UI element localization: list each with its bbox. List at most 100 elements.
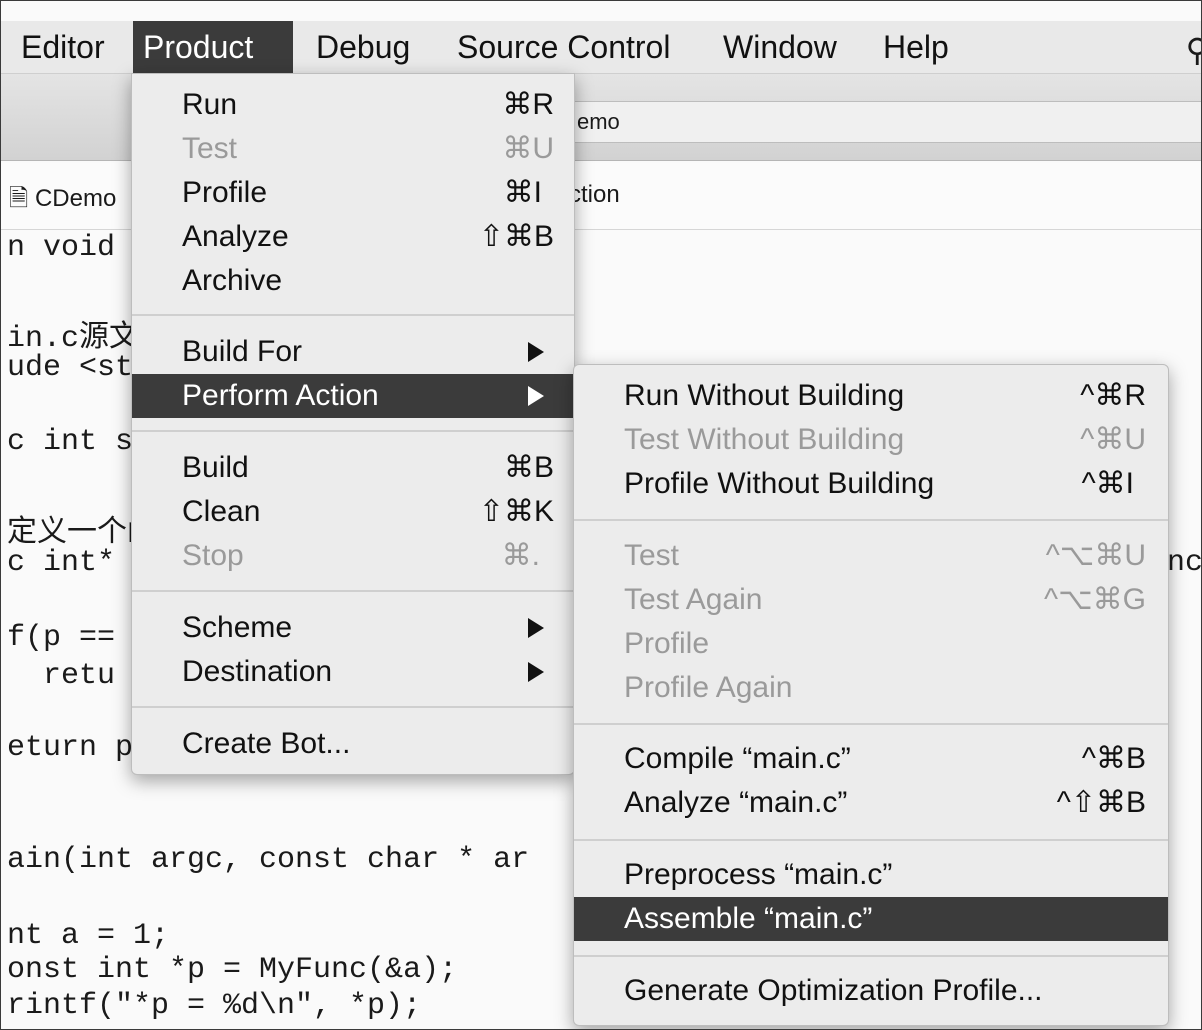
menu-item-label: Stop — [182, 539, 244, 572]
shortcut-label: ⌘I — [503, 176, 542, 209]
menu-item-label: Analyze — [182, 220, 289, 253]
code-line[interactable]: nt a = 1; — [7, 919, 169, 953]
menu-item-label: Profile Again — [624, 671, 793, 704]
menu-item-profile-without-building[interactable]: Profile Without Building ^⌘I — [574, 462, 1168, 506]
shortcut-label: ⇧⌘K — [478, 495, 554, 528]
menu-item-label: Archive — [182, 264, 283, 297]
code-line[interactable]: in.c源文 — [7, 311, 139, 356]
menu-separator — [574, 839, 1168, 841]
menu-item-label: Assemble “main.c” — [624, 902, 873, 935]
code-line[interactable]: ain(int argc, const char * ar — [7, 843, 529, 877]
breadcrumb-project[interactable]: 🗎 CDemo — [9, 181, 116, 222]
submenu-arrow-icon — [528, 386, 544, 406]
shortcut-label: ^⌘B — [1081, 742, 1146, 775]
code-line[interactable]: c int* — [7, 546, 115, 580]
product-menu: Run ⌘R Test ⌘U Profile ⌘I Analyze ⇧⌘B Ar… — [131, 73, 575, 775]
menu-item-label: Preprocess “main.c” — [624, 858, 893, 891]
menu-item-build-for[interactable]: Build For — [132, 330, 574, 374]
menu-item-label: Scheme — [182, 611, 293, 644]
menu-item-run[interactable]: Run ⌘R — [132, 83, 574, 127]
code-fragment[interactable]: nc — [1167, 546, 1201, 580]
menu-item-analyze-file[interactable]: Analyze “main.c” ^⇧⌘B — [574, 781, 1168, 825]
shortcut-label: ⌘B — [503, 451, 554, 484]
menu-item-destination[interactable]: Destination — [132, 650, 574, 694]
menu-item-label: Profile Without Building — [624, 467, 935, 500]
menu-item-label: Profile — [182, 176, 268, 209]
menu-source-control[interactable]: Source Control — [447, 21, 680, 73]
code-line[interactable]: eturn p — [7, 731, 133, 765]
menu-item-label: Build — [182, 451, 249, 484]
menu-item-stop: Stop ⌘. — [132, 534, 574, 578]
activity-viewer: emo — [566, 101, 1201, 143]
menu-item-label: Analyze “main.c” — [624, 786, 848, 819]
menu-item-label: Test — [182, 132, 238, 165]
code-line[interactable]: retu — [7, 659, 115, 693]
breadcrumb-project-label: CDemo — [34, 185, 117, 212]
shortcut-label: ^⌥⌘G — [1044, 583, 1146, 616]
menu-separator — [132, 590, 574, 592]
menu-item-label: Build For — [182, 335, 303, 368]
menu-item-label: Profile — [624, 627, 710, 660]
code-line[interactable]: c int s — [7, 425, 133, 459]
breadcrumb-function[interactable]: ction — [569, 181, 620, 209]
menu-item-archive[interactable]: Archive — [132, 259, 574, 303]
code-line[interactable]: f(p == — [7, 621, 115, 655]
menu-separator — [574, 519, 1168, 521]
menu-item-label: Run Without Building — [624, 379, 905, 412]
code-line[interactable]: n void — [7, 231, 115, 265]
spotlight-search-icon[interactable]: ⚲ — [1186, 31, 1201, 69]
menu-editor[interactable]: Editor — [11, 21, 115, 73]
menu-separator — [132, 706, 574, 708]
menu-window[interactable]: Window — [713, 21, 847, 73]
menu-item-run-without-building[interactable]: Run Without Building ^⌘R — [574, 374, 1168, 418]
shortcut-label: ^⌘I — [1081, 467, 1134, 500]
code-line[interactable]: onst int *p = MyFunc(&a); — [7, 953, 457, 987]
shortcut-label: ^⇧⌘B — [1056, 786, 1146, 819]
menu-separator — [574, 723, 1168, 725]
menu-item-compile[interactable]: Compile “main.c” ^⌘B — [574, 737, 1168, 781]
shortcut-label: ^⌘R — [1080, 379, 1146, 412]
menu-item-scheme[interactable]: Scheme — [132, 606, 574, 650]
menu-item-label: Compile “main.c” — [624, 742, 851, 775]
perform-action-submenu: Run Without Building ^⌘R Test Without Bu… — [573, 364, 1169, 1026]
menu-item-build[interactable]: Build ⌘B — [132, 446, 574, 490]
shortcut-label: ^⌘U — [1080, 423, 1146, 456]
menu-product[interactable]: Product — [133, 21, 293, 73]
activity-text: emo — [577, 109, 620, 134]
menu-item-label: Test — [624, 539, 680, 572]
screenshot-frame: emo 🗎 CDemo ction n void in.c源文 ude <st … — [0, 0, 1202, 1030]
menu-separator — [132, 430, 574, 432]
menu-item-assemble[interactable]: Assemble “main.c” — [574, 897, 1168, 941]
file-icon: 🗎 — [9, 185, 29, 212]
menu-debug[interactable]: Debug — [306, 21, 420, 73]
shortcut-label: ⌘U — [502, 132, 554, 165]
menu-item-profile: Profile — [574, 622, 1168, 666]
menu-item-preprocess[interactable]: Preprocess “main.c” — [574, 853, 1168, 897]
menu-item-label: Perform Action — [182, 379, 379, 412]
shortcut-label: ⌘R — [502, 88, 554, 121]
submenu-arrow-icon — [528, 662, 544, 682]
code-line[interactable]: rintf("*p = %d\n", *p); — [7, 989, 421, 1023]
menu-item-test-without-building: Test Without Building ^⌘U — [574, 418, 1168, 462]
menu-item-perform-action[interactable]: Perform Action — [132, 374, 574, 418]
submenu-arrow-icon — [528, 618, 544, 638]
menu-separator — [574, 955, 1168, 957]
menu-item-test: Test ⌘U — [132, 127, 574, 171]
menu-item-clean[interactable]: Clean ⇧⌘K — [132, 490, 574, 534]
menu-item-label: Test Again — [624, 583, 763, 616]
menu-help[interactable]: Help — [873, 21, 959, 73]
menu-item-profile[interactable]: Profile ⌘I — [132, 171, 574, 215]
menu-item-generate-optimization-profile[interactable]: Generate Optimization Profile... — [574, 969, 1168, 1013]
menu-separator — [132, 314, 574, 316]
menu-item-label: Generate Optimization Profile... — [624, 974, 1043, 1007]
menu-item-label: Test Without Building — [624, 423, 905, 456]
shortcut-label: ⇧⌘B — [478, 220, 554, 253]
menu-item-label: Create Bot... — [182, 727, 351, 760]
menu-item-analyze[interactable]: Analyze ⇧⌘B — [132, 215, 574, 259]
menu-item-create-bot[interactable]: Create Bot... — [132, 722, 574, 766]
menu-bar: Editor Product Debug Source Control Wind… — [1, 21, 1201, 74]
submenu-arrow-icon — [528, 342, 544, 362]
menu-item-label: Destination — [182, 655, 333, 688]
menu-item-label: Clean — [182, 495, 261, 528]
code-line[interactable]: ude <st — [7, 351, 133, 385]
